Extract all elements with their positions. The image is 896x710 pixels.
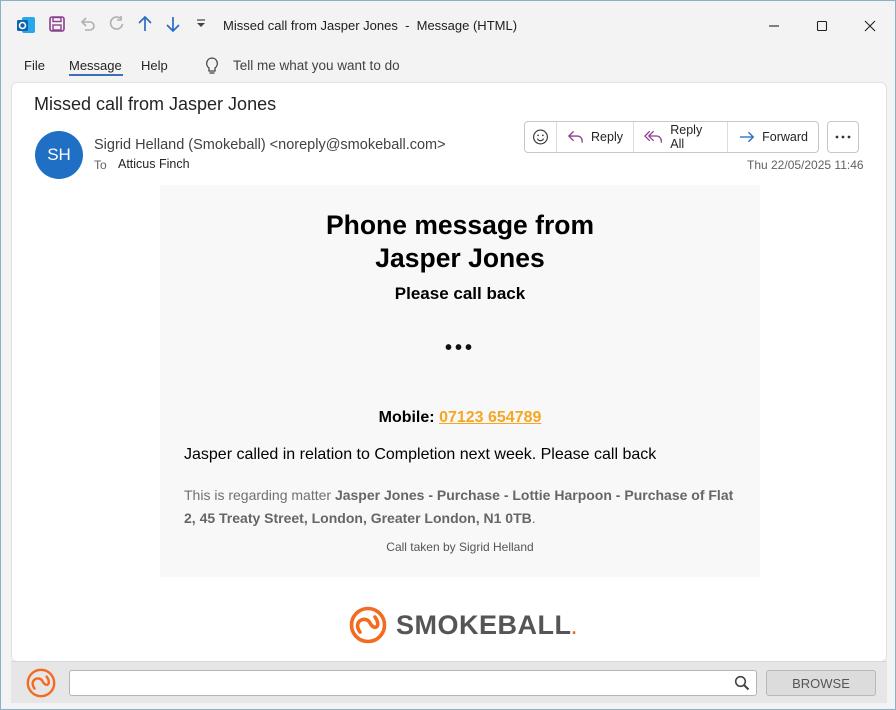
active-tab-indicator xyxy=(69,74,123,76)
menu-help[interactable]: Help xyxy=(141,58,168,73)
sender[interactable]: Sigrid Helland (Smokeball) <noreply@smok… xyxy=(94,137,446,153)
message-heading-line2: Jasper Jones xyxy=(375,243,545,273)
message-subject: Missed call from Jasper Jones xyxy=(34,94,277,114)
call-taken-by: Call taken by Sigrid Helland xyxy=(386,540,534,554)
avatar[interactable]: SH xyxy=(35,131,83,179)
reply-all-label: Reply All xyxy=(670,123,703,151)
lightbulb-icon xyxy=(204,56,220,81)
menu-file[interactable]: File xyxy=(24,58,45,73)
save-icon[interactable] xyxy=(48,15,66,33)
maximize-icon xyxy=(816,20,828,32)
smokeball-logo-icon xyxy=(349,606,387,644)
title-bar: Missed call from Jasper Jones - Message … xyxy=(1,1,895,51)
mobile-label: Mobile: xyxy=(378,409,435,426)
customize-toolbar-icon[interactable] xyxy=(195,18,207,30)
to-label: To xyxy=(94,158,107,172)
smokeball-addin-icon[interactable] xyxy=(25,667,57,704)
matter-reference: This is regarding matter Jasper Jones - … xyxy=(184,484,744,530)
smokeball-addin-bar: BROWSE xyxy=(11,661,887,703)
menu-message[interactable]: Message xyxy=(69,58,122,73)
matter-suffix: . xyxy=(531,510,536,526)
undo-icon[interactable] xyxy=(79,15,97,33)
minimize-button[interactable] xyxy=(751,11,797,41)
more-actions-button[interactable] xyxy=(827,121,859,153)
outlook-app-icon xyxy=(16,15,36,35)
message-subheading: Please call back xyxy=(394,284,526,303)
emoji-reaction-button[interactable] xyxy=(525,122,557,152)
arrow-up-icon[interactable] xyxy=(136,15,154,33)
search-icon[interactable] xyxy=(734,675,750,696)
message-heading-line1: Phone message from xyxy=(325,210,595,240)
reply-button[interactable]: Reply xyxy=(557,122,634,152)
smokeball-wordmark: SMOKEBALL. xyxy=(396,609,578,640)
outlook-message-window: Missed call from Jasper Jones - Message … xyxy=(0,0,896,710)
reply-all-button[interactable]: Reply All xyxy=(634,122,728,152)
message-body: Phone message from Jasper Jones Please c… xyxy=(160,185,760,577)
forward-icon xyxy=(739,131,755,143)
browse-button[interactable]: BROWSE xyxy=(766,670,876,696)
call-note: Jasper called in relation to Completion … xyxy=(184,446,657,463)
message-actions: Reply Reply All Forward xyxy=(524,121,819,153)
dots-divider: ••• xyxy=(444,337,475,359)
reply-all-icon xyxy=(644,130,662,143)
message-card: Missed call from Jasper Jones SH Sigrid … xyxy=(11,82,887,662)
smiley-icon xyxy=(533,129,548,145)
forward-label: Forward xyxy=(762,130,808,144)
maximize-button[interactable] xyxy=(799,11,845,41)
mobile-line: Mobile: 07123 654789 xyxy=(160,409,760,427)
recipient[interactable]: Atticus Finch xyxy=(118,157,190,171)
mobile-number-link[interactable]: 07123 654789 xyxy=(439,409,541,426)
matter-prefix: This is regarding matter xyxy=(184,487,335,503)
matter-search-input[interactable] xyxy=(69,670,757,696)
received-date: Thu 22/05/2025 11:46 xyxy=(747,158,864,172)
menu-bar: File Message Help Tell me what you want … xyxy=(1,51,895,81)
close-button[interactable] xyxy=(847,11,893,41)
forward-button[interactable]: Forward xyxy=(728,122,818,152)
more-icon xyxy=(835,135,851,139)
redo-icon[interactable] xyxy=(107,15,125,33)
arrow-down-icon[interactable] xyxy=(164,15,182,33)
reply-icon xyxy=(567,130,583,143)
tell-me-search[interactable]: Tell me what you want to do xyxy=(233,58,400,73)
close-icon xyxy=(864,20,876,32)
window-title: Missed call from Jasper Jones - Message … xyxy=(223,18,518,33)
smokeball-logo: SMOKEBALL. xyxy=(348,605,577,645)
minimize-icon xyxy=(769,25,779,27)
reply-label: Reply xyxy=(591,130,623,144)
